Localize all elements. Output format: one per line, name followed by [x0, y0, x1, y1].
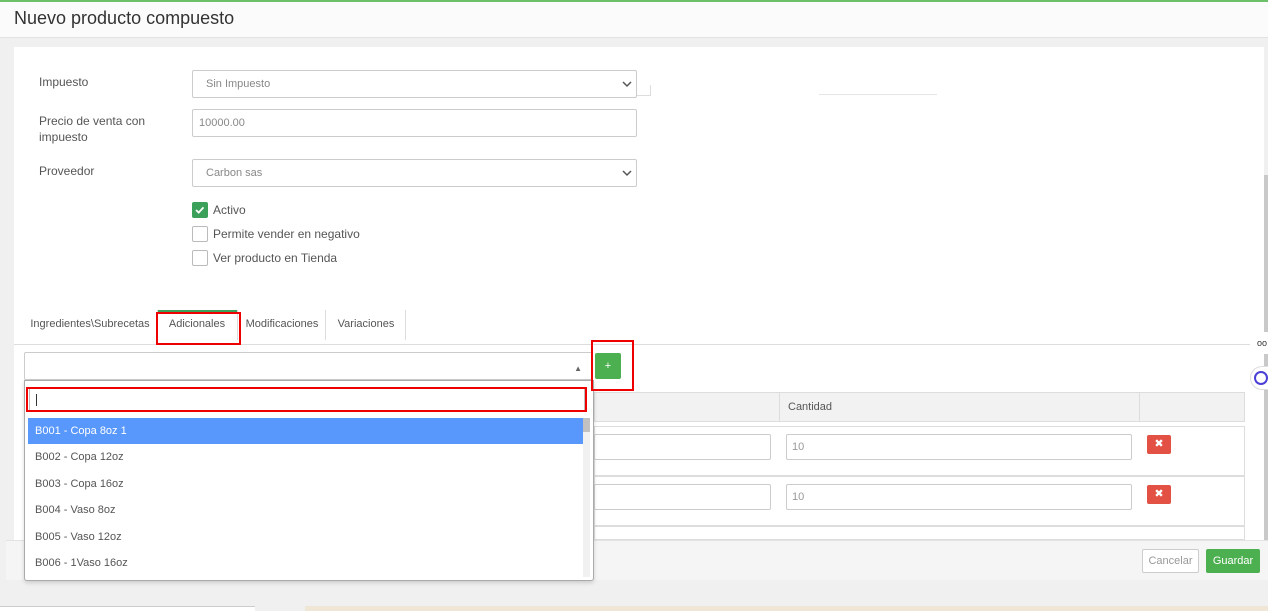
caret-up-icon: ▲: [574, 364, 582, 373]
dropdown-scroll-thumb[interactable]: [583, 418, 590, 432]
dropdown-option[interactable]: B004 - Vaso 8oz: [28, 497, 584, 523]
table-header-cell: [594, 392, 780, 422]
page-title: Nuevo producto compuesto: [14, 8, 235, 28]
delete-row-button[interactable]: ✖: [1147, 485, 1171, 504]
dropdown-option[interactable]: B003 - Copa 16oz: [28, 471, 584, 497]
dropdown-options: B001 - Copa 8oz 1 B002 - Copa 12oz B003 …: [28, 418, 584, 578]
annotation-box-add: [591, 340, 634, 391]
proveedor-select[interactable]: Carbon sas: [192, 159, 637, 187]
precio-label: Precio de venta con impuesto: [39, 114, 146, 144]
chat-icon: [1254, 371, 1268, 385]
row-name-input[interactable]: [594, 434, 771, 460]
impuesto-select[interactable]: Sin Impuesto: [192, 70, 637, 98]
tab-divider: [325, 310, 326, 340]
tab-variaciones[interactable]: Variaciones: [330, 310, 402, 340]
dropdown-option[interactable]: B006 - 1Vaso 16oz: [28, 550, 584, 576]
table-header-cantidad: Cantidad: [779, 392, 1140, 422]
negativo-checkbox[interactable]: [192, 226, 208, 242]
modal-header: Nuevo producto compuesto: [0, 2, 1268, 38]
row-cantidad-input[interactable]: 10: [786, 434, 1132, 460]
tab-ingredientes[interactable]: Ingredientes\Subrecetas: [30, 310, 150, 340]
annotation-box-search: [26, 387, 587, 412]
dropdown-scrollbar[interactable]: [583, 418, 590, 577]
table-header-actions: [1139, 392, 1245, 422]
chevron-down-icon: [622, 81, 632, 88]
check-icon: [195, 206, 205, 214]
previous-field-partial-right: [819, 85, 937, 95]
row-cantidad-input[interactable]: 10: [786, 484, 1132, 510]
activo-checkbox[interactable]: [192, 202, 208, 218]
tab-modificaciones[interactable]: Modificaciones: [240, 310, 324, 340]
bottom-strip-right: [305, 606, 1268, 611]
tienda-label: Ver producto en Tienda: [213, 251, 338, 265]
impuesto-value: Sin Impuesto: [206, 78, 271, 90]
precio-value: 10000.00: [199, 117, 245, 129]
chat-widget-button[interactable]: [1250, 366, 1268, 390]
page-scrollbar[interactable]: [1264, 175, 1268, 540]
bottom-strip-left: [0, 606, 255, 611]
negativo-label: Permite vender en negativo: [213, 227, 360, 241]
dropdown-option[interactable]: B001 - Copa 8oz 1: [28, 418, 584, 445]
activo-label: Activo: [213, 203, 246, 217]
dropdown-option[interactable]: B005 - Vaso 12oz: [28, 524, 584, 550]
row-name-input[interactable]: [594, 484, 771, 510]
annotation-box-tab: [156, 312, 241, 345]
tienda-checkbox[interactable]: [192, 250, 208, 266]
cancel-button[interactable]: Cancelar: [1142, 549, 1199, 573]
delete-row-button[interactable]: ✖: [1147, 435, 1171, 454]
impuesto-label: Impuesto: [39, 75, 89, 89]
adicional-select[interactable]: ▲: [24, 352, 593, 380]
proveedor-label: Proveedor: [39, 164, 95, 178]
tab-divider: [405, 310, 406, 340]
chevron-down-icon: [622, 170, 632, 177]
table-row: [594, 526, 1245, 540]
side-widget[interactable]: oo: [1256, 332, 1268, 354]
proveedor-value: Carbon sas: [206, 167, 263, 179]
dropdown-option[interactable]: B002 - Copa 12oz: [28, 444, 584, 470]
precio-input[interactable]: 10000.00: [192, 109, 637, 137]
save-button[interactable]: Guardar: [1206, 549, 1260, 573]
